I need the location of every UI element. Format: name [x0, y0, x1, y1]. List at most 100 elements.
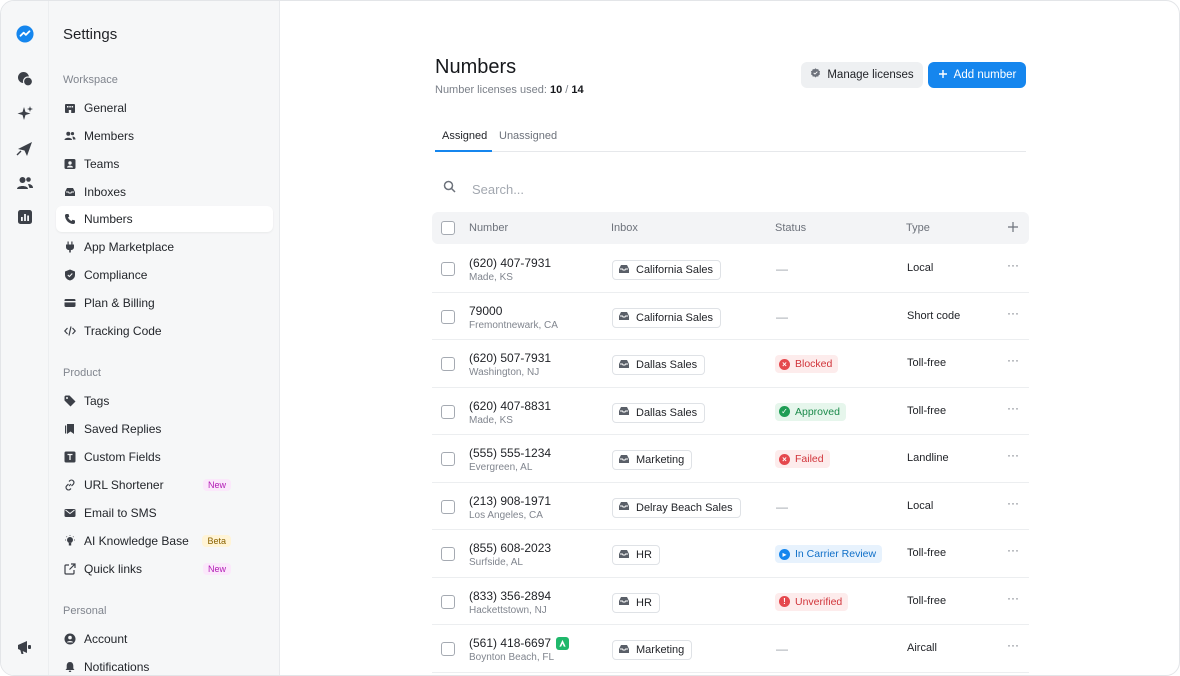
- table-row[interactable]: (620) 507-7931 Washington, NJ Dallas Sal…: [432, 340, 1029, 388]
- sidebar-item-tracking-code[interactable]: Tracking Code: [56, 318, 273, 344]
- sidebar-item-account[interactable]: Account: [56, 626, 273, 652]
- row-checkbox[interactable]: [441, 452, 455, 466]
- search-input[interactable]: [472, 181, 872, 197]
- sidebar-item-notifications[interactable]: Notifications: [56, 654, 273, 675]
- announcements-icon[interactable]: [15, 637, 35, 657]
- more-actions-icon[interactable]: ···: [1007, 448, 1019, 462]
- sidebar-item-numbers[interactable]: Numbers: [56, 206, 273, 232]
- status-badge-failed: × Failed: [775, 450, 830, 468]
- new-badge: New: [202, 479, 231, 491]
- inbox-name: HR: [636, 596, 652, 609]
- inbox-tag[interactable]: Dallas Sales: [612, 355, 706, 375]
- beta-badge: Beta: [202, 535, 231, 547]
- add-column-icon[interactable]: [1006, 220, 1020, 234]
- conversations-icon[interactable]: [15, 69, 35, 89]
- more-actions-icon[interactable]: ···: [1007, 543, 1019, 557]
- sidebar-item-ai-knowledge-base[interactable]: AI Knowledge Base Beta: [56, 528, 273, 554]
- sidebar-item-saved-replies[interactable]: Saved Replies: [56, 416, 273, 442]
- tab-assigned[interactable]: Assigned: [435, 125, 492, 152]
- sidebar-item-compliance[interactable]: Compliance: [56, 262, 273, 288]
- sidebar-item-label: Quick links: [84, 562, 143, 576]
- more-actions-icon[interactable]: ···: [1007, 306, 1019, 320]
- inbox-tag[interactable]: California Sales: [612, 307, 722, 328]
- table-row[interactable]: (620) 407-7931 Made, KS California Sales…: [432, 245, 1029, 293]
- more-actions-icon[interactable]: ···: [1007, 638, 1019, 652]
- inbox-tag[interactable]: Marketing: [612, 640, 693, 660]
- more-actions-icon[interactable]: ···: [1007, 258, 1019, 272]
- row-checkbox[interactable]: [441, 499, 455, 514]
- number-location: Evergreen, AL: [469, 462, 533, 473]
- analytics-icon[interactable]: [15, 207, 35, 227]
- number-type: Toll-free: [907, 404, 947, 417]
- sidebar-item-label: Custom Fields: [84, 450, 161, 464]
- license-total-count: 14: [571, 84, 584, 96]
- inbox-tag[interactable]: California Sales: [612, 260, 722, 280]
- send-icon[interactable]: [15, 139, 35, 159]
- inbox-name: Marketing: [636, 454, 685, 466]
- sidebar-item-label: App Marketplace: [84, 240, 175, 254]
- row-checkbox[interactable]: [441, 357, 455, 371]
- row-checkbox[interactable]: [441, 404, 455, 419]
- sidebar-item-app-marketplace[interactable]: App Marketplace: [56, 234, 273, 260]
- inbox-icon: [618, 405, 630, 420]
- row-checkbox[interactable]: [441, 642, 455, 656]
- column-header-number[interactable]: Number: [469, 222, 508, 234]
- table-row[interactable]: 79000 Fremontnewark, CA California Sales…: [432, 293, 1029, 340]
- sidebar-item-members[interactable]: Members: [56, 123, 273, 149]
- app-logo-icon[interactable]: [15, 24, 35, 44]
- manage-licenses-button[interactable]: Manage licenses: [801, 62, 923, 88]
- plug-icon: [64, 241, 76, 253]
- more-actions-icon[interactable]: ···: [1007, 353, 1019, 367]
- sidebar-item-plan-billing[interactable]: Plan & Billing: [56, 290, 273, 316]
- sidebar-title: Settings: [63, 26, 118, 43]
- column-header-inbox[interactable]: Inbox: [611, 222, 638, 234]
- column-header-status[interactable]: Status: [775, 222, 806, 234]
- contacts-icon[interactable]: [15, 173, 35, 193]
- number-location: Made, KS: [469, 272, 513, 283]
- table-row[interactable]: (213) 908-1971 Los Angeles, CA Delray Be…: [432, 483, 1029, 530]
- table-row[interactable]: (855) 608-2023 Surfside, AL HR ▸ In Carr…: [432, 530, 1029, 578]
- sidebar-item-email-to-sms[interactable]: Email to SMS: [56, 500, 273, 526]
- sidebar-item-tags[interactable]: Tags: [56, 388, 273, 414]
- number-type: Local: [907, 499, 934, 512]
- page-title: Numbers: [435, 56, 517, 78]
- inbox-tag[interactable]: Delray Beach Sales: [612, 497, 741, 518]
- row-checkbox[interactable]: [441, 309, 455, 324]
- inbox-tag[interactable]: Marketing: [612, 450, 693, 470]
- inbox-icon: [618, 500, 630, 515]
- sidebar-item-label: Email to SMS: [84, 506, 157, 520]
- table-row[interactable]: (833) 356-2894 Hackettstown, NJ HR ! Unv…: [432, 578, 1029, 625]
- more-actions-icon[interactable]: ···: [1007, 401, 1019, 415]
- more-actions-icon[interactable]: ···: [1007, 496, 1019, 510]
- sidebar-item-teams[interactable]: Teams: [56, 151, 273, 177]
- row-checkbox[interactable]: [441, 594, 455, 609]
- column-header-type[interactable]: Type: [906, 222, 930, 234]
- status-label: Unverified: [795, 595, 843, 608]
- inbox-tag[interactable]: HR: [612, 545, 660, 565]
- phone-number: (561) 418-6697: [469, 636, 552, 650]
- sidebar-item-label: Members: [84, 129, 135, 143]
- sidebar-item-custom-fields[interactable]: Custom Fields: [56, 444, 273, 470]
- sidebar-item-url-shortener[interactable]: URL Shortener New: [56, 472, 273, 498]
- table-row[interactable]: (561) 418-6697 Boynton Beach, FL Marketi…: [432, 625, 1029, 673]
- status-badge-in-review: ▸ In Carrier Review: [775, 545, 883, 563]
- tab-unassigned[interactable]: Unassigned: [499, 125, 569, 152]
- bookmark-icon: [64, 423, 76, 435]
- inbox-tag[interactable]: Dallas Sales: [612, 402, 706, 423]
- sidebar-item-quick-links[interactable]: Quick links New: [56, 556, 273, 582]
- select-all-checkbox[interactable]: [441, 221, 455, 235]
- table-row[interactable]: (620) 407-8831 Made, KS Dallas Sales ✓ A…: [432, 388, 1029, 435]
- row-checkbox[interactable]: [441, 547, 455, 561]
- inbox-tag[interactable]: HR: [612, 592, 660, 613]
- number-location: Washington, NJ: [469, 367, 540, 378]
- sidebar-item-general[interactable]: General: [56, 95, 273, 121]
- sparkles-icon[interactable]: [15, 104, 35, 124]
- sidebar-item-inboxes[interactable]: Inboxes: [56, 179, 273, 205]
- table-row[interactable]: (555) 555-1234 Evergreen, AL Marketing ×…: [432, 435, 1029, 483]
- failed-icon: ×: [779, 453, 790, 465]
- phone-number: (833) 356-2894: [469, 588, 552, 603]
- sidebar-item-label: Account: [84, 632, 128, 646]
- more-actions-icon[interactable]: ···: [1007, 591, 1019, 605]
- row-checkbox[interactable]: [441, 262, 455, 276]
- add-number-button[interactable]: Add number: [928, 62, 1026, 88]
